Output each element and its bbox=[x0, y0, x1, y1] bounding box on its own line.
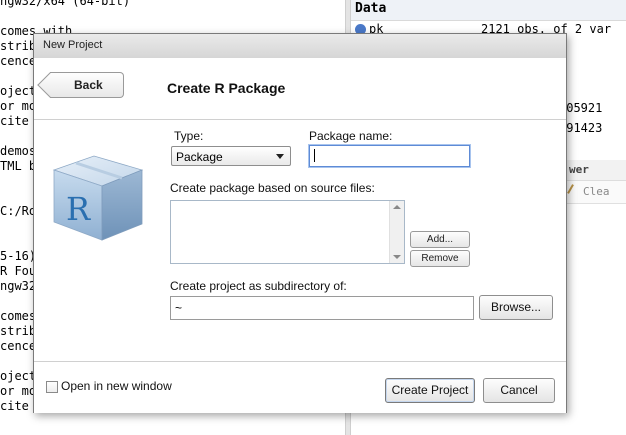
console-line: or mo bbox=[0, 384, 37, 398]
wizard-body: R Type: Package Package name: Create pac… bbox=[34, 120, 566, 360]
cancel-button[interactable]: Cancel bbox=[483, 378, 555, 403]
console-line: comes bbox=[0, 309, 37, 323]
source-files-label: Create package based on source files: bbox=[170, 181, 375, 195]
dialog-title: New Project bbox=[43, 39, 103, 51]
data-section-label: Data bbox=[355, 1, 387, 16]
dialog-footer: Open in new window Create Project Cancel bbox=[34, 361, 566, 413]
package-name-label: Package name: bbox=[309, 129, 393, 143]
package-name-input[interactable] bbox=[309, 145, 470, 167]
dialog-titlebar[interactable]: New Project bbox=[34, 34, 566, 59]
subdirectory-input[interactable]: ~ bbox=[170, 296, 474, 320]
tab-viewer[interactable]: wer bbox=[561, 160, 626, 181]
subdirectory-value: ~ bbox=[175, 301, 183, 315]
broom-icon bbox=[567, 184, 581, 198]
source-files-list[interactable] bbox=[170, 200, 405, 264]
list-scrollbar[interactable] bbox=[389, 201, 404, 263]
console-line: oject bbox=[0, 369, 37, 383]
console-line: ngw32/x64 (64-bit) bbox=[0, 0, 131, 8]
scroll-up-icon[interactable] bbox=[393, 205, 401, 209]
chevron-down-icon bbox=[276, 154, 284, 159]
new-window-label: Open in new window bbox=[61, 379, 172, 393]
console-line: cence bbox=[0, 339, 37, 353]
console-line: R Fou bbox=[0, 264, 37, 278]
viewer-tab-label: wer bbox=[569, 163, 589, 176]
new-project-dialog: New Project Back Create R Package R Type… bbox=[33, 33, 567, 413]
page-title: Create R Package bbox=[167, 80, 286, 96]
scroll-down-icon[interactable] bbox=[393, 255, 401, 259]
create-project-button[interactable]: Create Project bbox=[385, 378, 475, 403]
back-button-label: Back bbox=[74, 78, 103, 92]
type-select[interactable]: Package bbox=[171, 146, 291, 166]
console-line: strib bbox=[0, 324, 37, 338]
subdirectory-label: Create project as subdirectory of: bbox=[170, 279, 347, 293]
back-button[interactable]: Back bbox=[50, 72, 124, 98]
console-line: C:/Ro bbox=[0, 204, 37, 218]
environment-header: Data bbox=[351, 0, 626, 21]
console-line: ngw32 bbox=[0, 279, 37, 293]
svg-text:R: R bbox=[66, 190, 91, 228]
new-window-checkbox[interactable] bbox=[46, 381, 58, 393]
type-select-value: Package bbox=[176, 150, 223, 164]
r-package-icon: R bbox=[52, 155, 144, 241]
clear-button[interactable]: Clea bbox=[583, 185, 610, 198]
remove-file-button[interactable]: Remove bbox=[410, 250, 470, 267]
browse-button[interactable]: Browse... bbox=[479, 295, 553, 320]
add-file-button[interactable]: Add... bbox=[410, 231, 470, 248]
wizard-header: Back Create R Package bbox=[34, 58, 566, 120]
viewer-toolbar: Clea bbox=[561, 181, 626, 204]
type-label: Type: bbox=[174, 129, 204, 143]
console-line: 5-16) bbox=[0, 249, 37, 263]
text-caret bbox=[314, 149, 315, 162]
